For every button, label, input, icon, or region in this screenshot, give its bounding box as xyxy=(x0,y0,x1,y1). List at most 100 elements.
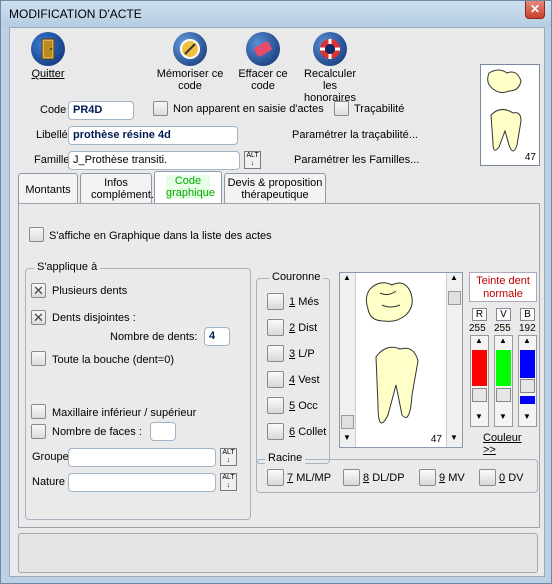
v-label: V xyxy=(496,308,511,321)
nature-field[interactable] xyxy=(68,473,216,492)
libelle-label: Libellé xyxy=(36,129,68,141)
maxillaire-label: Maxillaire inférieur / supérieur xyxy=(52,407,197,419)
couronne-button-1[interactable] xyxy=(267,293,284,310)
show-in-list-checkbox[interactable] xyxy=(29,227,44,242)
traceability-label: Traçabilité xyxy=(354,103,405,115)
couronne-button-6[interactable] xyxy=(267,423,284,440)
racine-label-7: 7 ML/MP xyxy=(287,472,332,484)
save-disk-icon xyxy=(173,32,207,66)
v-value: 255 xyxy=(494,323,511,334)
not-shown-label: Non apparent en saisie d'actes xyxy=(173,103,324,115)
teinte-group: Teinte dent normale R V B 255 255 192 ▲ … xyxy=(469,272,537,456)
couronne-label-5: 5 Occ xyxy=(289,400,318,412)
nature-label: Nature xyxy=(32,476,66,488)
tooth-number-small: 47 xyxy=(524,152,536,163)
tab-code-graphique[interactable]: Code graphique xyxy=(154,171,222,204)
code-field[interactable]: PR4D xyxy=(68,101,134,120)
applies-title: S'applique à xyxy=(34,261,101,273)
v-fill xyxy=(496,350,511,386)
tab-montants[interactable]: Montants xyxy=(18,173,78,203)
racine-label-0: 0 DV xyxy=(499,472,524,484)
right-scrollbar[interactable]: ▲ ▼ xyxy=(446,273,462,447)
b-slider[interactable]: ▲ ▼ xyxy=(518,335,537,427)
show-in-list-label: S'affiche en Graphique dans la liste des… xyxy=(49,230,272,242)
lifebuoy-icon xyxy=(313,32,347,66)
teinte-title: Teinte dent normale xyxy=(469,272,537,302)
door-exit-icon xyxy=(31,32,65,66)
libelle-field[interactable]: prothèse résine 4d xyxy=(68,126,238,145)
couronne-button-2[interactable] xyxy=(267,319,284,336)
couronne-label-2: 2 Dist xyxy=(289,322,318,334)
tab-infos[interactable]: Infos complément. xyxy=(80,173,154,203)
memorize-label: Mémoriser ce code xyxy=(156,68,224,92)
couronne-label-6: 6 Collet xyxy=(289,426,327,438)
erase-label: Effacer ce code xyxy=(238,68,288,92)
dents-disjointes-label: Dents disjointes : xyxy=(52,312,136,324)
recalc-button[interactable]: Recalculer les honoraires xyxy=(296,32,364,104)
racine-label-8: 8 DL/DP xyxy=(363,472,405,484)
quit-button[interactable]: Quitter xyxy=(28,32,68,80)
toute-bouche-label: Toute la bouche (dent=0) xyxy=(52,354,175,366)
racine-title: Racine xyxy=(265,452,306,464)
couronne-label-3: 3 L/P xyxy=(289,348,315,360)
famille-field[interactable]: J_Prothèse transiti. xyxy=(68,151,240,170)
racine-label-9: 9 MV xyxy=(439,472,465,484)
window: MODIFICATION D'ACTE ✕ Quitter Mémoriser … xyxy=(0,0,552,584)
erase-button[interactable]: Effacer ce code xyxy=(235,32,291,92)
traceability-checkbox[interactable] xyxy=(334,101,349,116)
nombre-dents-field[interactable]: 4 xyxy=(204,327,230,346)
code-label: Code xyxy=(40,104,67,116)
couronne-title: Couronne xyxy=(269,271,324,283)
couleur-link[interactable]: Couleur >> xyxy=(483,432,537,456)
racine-button-7[interactable] xyxy=(267,469,284,486)
tooth-preview-small: 47 xyxy=(480,64,540,166)
eraser-icon xyxy=(246,32,280,66)
param-familles-link[interactable]: Paramétrer les Familles... xyxy=(294,154,419,166)
toute-bouche-checkbox[interactable] xyxy=(31,351,46,366)
nombre-faces-field[interactable] xyxy=(150,422,176,441)
racine-button-8[interactable] xyxy=(343,469,360,486)
couronne-button-5[interactable] xyxy=(267,397,284,414)
b-value: 192 xyxy=(519,323,536,334)
not-shown-checkbox[interactable] xyxy=(153,101,168,116)
r-slider[interactable]: ▲ ▼ xyxy=(470,335,489,427)
b-fill xyxy=(520,350,535,378)
maxillaire-checkbox[interactable] xyxy=(31,404,46,419)
tooth-preview-large: ▲ ▼ ▲ ▼ 47 xyxy=(339,272,463,448)
left-scrollbar[interactable]: ▲ ▼ xyxy=(340,273,356,447)
couronne-group: Couronne 1 Més 2 Dist 3 L/P 4 Vest 5 Occ… xyxy=(256,271,330,464)
famille-alt-button[interactable]: ALT ↓ xyxy=(244,151,261,169)
nature-alt-button[interactable]: ALT ↓ xyxy=(220,473,237,491)
b-label: B xyxy=(520,308,535,321)
racine-button-9[interactable] xyxy=(419,469,436,486)
window-title: MODIFICATION D'ACTE xyxy=(9,7,142,21)
client-area: Quitter Mémoriser ce code Effacer ce cod… xyxy=(9,27,545,577)
groupe-alt-button[interactable]: ALT ↓ xyxy=(220,448,237,466)
quit-label: Quitter xyxy=(31,68,65,80)
tooth-icon xyxy=(487,69,522,152)
r-label: R xyxy=(472,308,487,321)
dents-disjointes-checkbox[interactable] xyxy=(31,310,46,326)
memorize-button[interactable]: Mémoriser ce code xyxy=(150,32,230,92)
applies-group: S'applique à Plusieurs dents Dents disjo… xyxy=(25,261,251,520)
plusieurs-dents-label: Plusieurs dents xyxy=(52,285,128,297)
close-icon[interactable]: ✕ xyxy=(525,1,545,19)
status-bar xyxy=(18,533,538,573)
groupe-field[interactable] xyxy=(68,448,216,467)
v-slider[interactable]: ▲ ▼ xyxy=(494,335,513,427)
tooth-number-large: 47 xyxy=(430,434,442,445)
r-value: 255 xyxy=(469,323,486,334)
code-graphique-panel: S'affiche en Graphique dans la liste des… xyxy=(18,203,540,528)
title-bar: MODIFICATION D'ACTE ✕ xyxy=(1,1,551,27)
racine-button-0[interactable] xyxy=(479,469,496,486)
famille-label: Famille xyxy=(34,154,70,166)
tab-devis[interactable]: Devis & proposition thérapeutique xyxy=(224,173,326,203)
nombre-faces-checkbox[interactable] xyxy=(31,424,46,439)
racine-group: Racine 7 ML/MP 8 DL/DP 9 MV 0 DV xyxy=(256,452,538,493)
r-fill xyxy=(472,350,487,386)
tooth-icon xyxy=(365,282,419,424)
plusieurs-dents-checkbox[interactable] xyxy=(31,283,46,299)
param-traceability-link[interactable]: Paramétrer la traçabilité... xyxy=(292,129,418,141)
couronne-button-4[interactable] xyxy=(267,371,284,388)
couronne-button-3[interactable] xyxy=(267,345,284,362)
